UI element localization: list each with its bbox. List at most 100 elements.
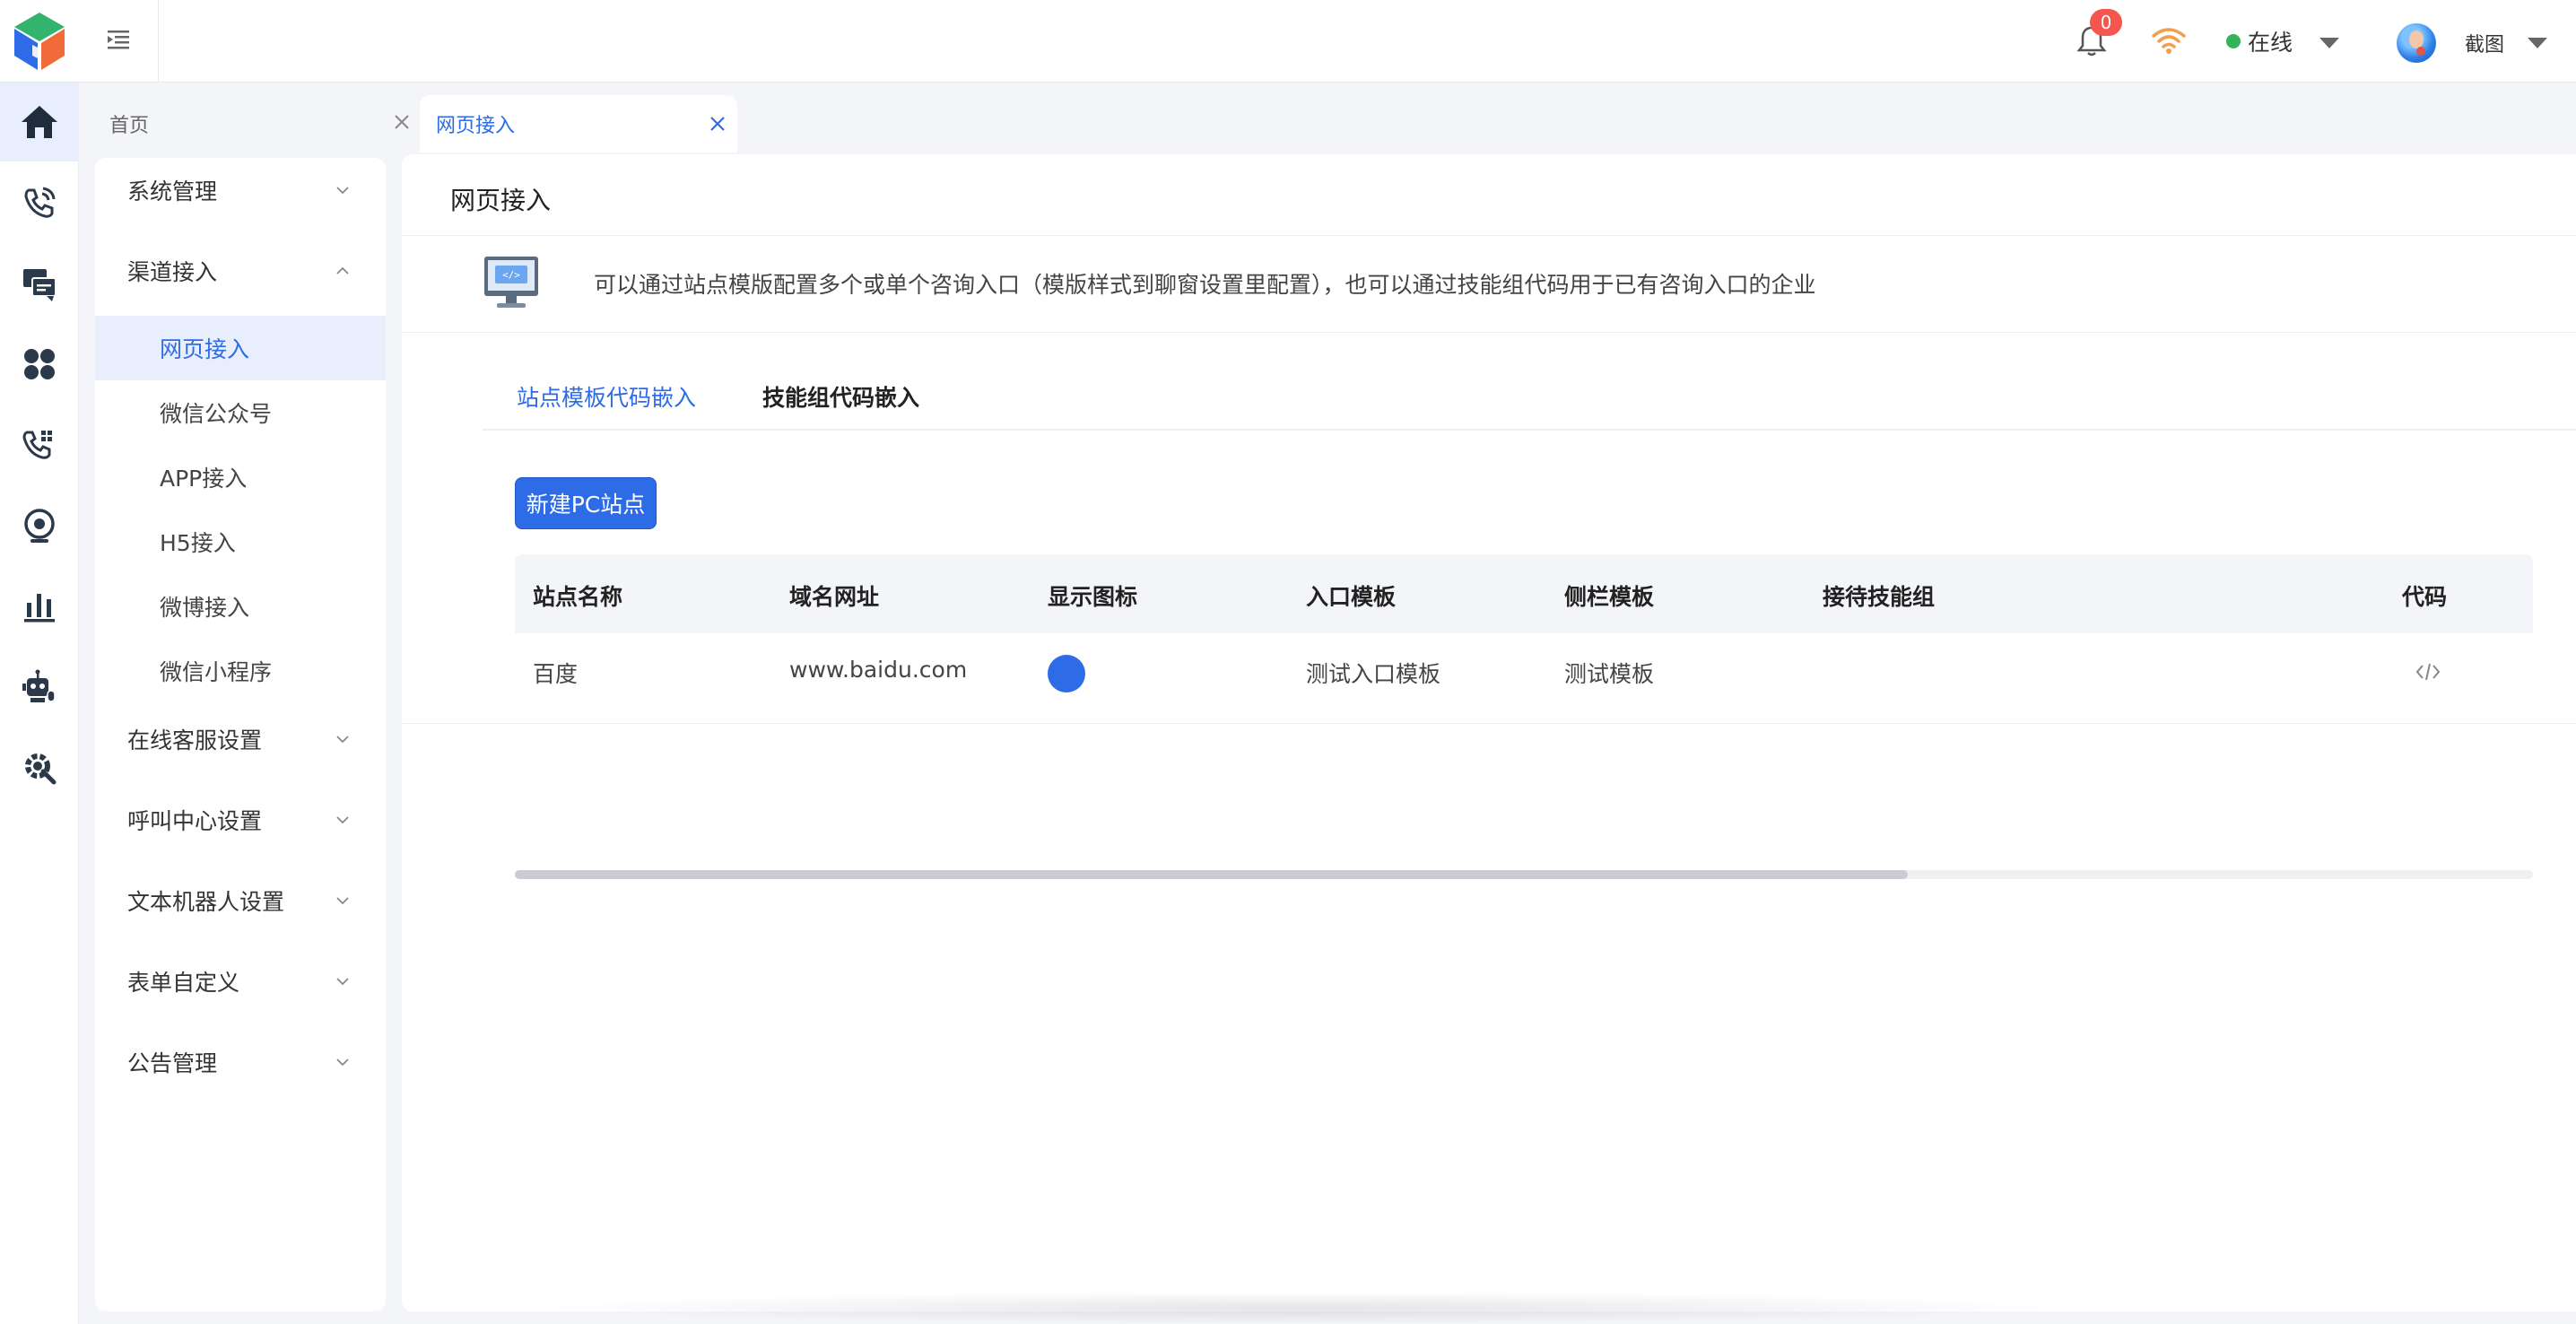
wifi-icon xyxy=(2152,28,2186,54)
divider xyxy=(402,235,2576,236)
column-header: 侧栏模板 xyxy=(1564,584,1655,610)
divider xyxy=(402,723,2576,724)
menu-collapse-icon[interactable] xyxy=(104,25,133,54)
column-header: 入口模板 xyxy=(1306,584,1397,610)
tab-web-access-label: 网页接入 xyxy=(436,115,516,137)
rail-monitor[interactable] xyxy=(0,486,79,565)
sidebar-item-label: 表单自定义 xyxy=(127,970,240,996)
code-icon[interactable] xyxy=(2415,660,2441,684)
column-header: 显示图标 xyxy=(1048,584,1138,610)
sidebar-item-label: H5接入 xyxy=(160,530,236,556)
monitor-icon xyxy=(24,509,55,543)
table-header: 站点名称 域名网址 显示图标 入口模板 侧栏模板 接待技能组 代码 xyxy=(515,554,2533,633)
rail-dialpad[interactable] xyxy=(0,405,79,484)
apps-icon xyxy=(24,349,55,379)
chevron-up-icon xyxy=(336,266,349,274)
rail-call[interactable] xyxy=(0,163,79,242)
sidebar-menu: 系统管理 渠道接入 网页接入 微信公众号 APP接入 H5接入 微博接入 微信小… xyxy=(95,158,386,1311)
chevron-down-icon xyxy=(336,897,349,905)
rail-home[interactable] xyxy=(0,83,79,161)
chevron-down-icon xyxy=(336,187,349,195)
rail-apps[interactable] xyxy=(0,325,79,404)
avatar[interactable] xyxy=(2397,23,2436,63)
sidebar-item-label: 公告管理 xyxy=(127,1050,218,1076)
chevron-down-icon xyxy=(336,1058,349,1067)
user-caret-icon[interactable] xyxy=(2528,38,2547,48)
sidebar-item-label: 在线客服设置 xyxy=(127,727,263,753)
status-caret-icon[interactable] xyxy=(2319,38,2339,48)
column-header: 站点名称 xyxy=(533,584,623,610)
settings-icon xyxy=(25,753,57,785)
column-header: 接待技能组 xyxy=(1823,584,1936,610)
tab-skill-group-embed[interactable]: 技能组代码嵌入 xyxy=(762,380,919,413)
sidebar-item-announcement[interactable]: 公告管理 xyxy=(95,1030,386,1094)
username[interactable]: 截图 xyxy=(2465,29,2504,57)
main-panel: 网页接入 </> 可以通过站点模版配置多个或单个咨询入口（模版样式到聊窗设置里配… xyxy=(402,154,2576,1311)
divider xyxy=(402,332,2576,333)
home-icon xyxy=(22,106,57,138)
top-bar: 0 在线 截图 xyxy=(0,0,2576,83)
bottom-shadow xyxy=(538,1292,2063,1324)
code-monitor-icon: </> xyxy=(484,257,538,308)
cell-domain: www.baidu.com xyxy=(789,657,968,683)
sidebar-item-label: 呼叫中心设置 xyxy=(127,808,263,834)
rail-chat[interactable] xyxy=(0,244,79,323)
icon-rail xyxy=(0,83,79,1324)
sidebar-item-text-robot[interactable]: 文本机器人设置 xyxy=(95,868,386,933)
cell-site-name: 百度 xyxy=(533,661,579,687)
robot-icon xyxy=(22,669,56,702)
sidebar-item-weibo[interactable]: 微博接入 xyxy=(95,574,386,639)
sidebar-item-label: 微信公众号 xyxy=(160,401,273,427)
chat-icon xyxy=(23,269,57,301)
tab-web-access[interactable]: 网页接入 xyxy=(420,95,737,152)
app-logo xyxy=(14,13,65,70)
table-row[interactable]: 百度 www.baidu.com 测试入口模板 测试模板 xyxy=(515,633,2533,714)
column-header: 域名网址 xyxy=(789,584,880,610)
rail-robot[interactable] xyxy=(0,648,79,727)
sidebar-item-wechat-official[interactable]: 微信公众号 xyxy=(95,380,386,445)
page-title: 网页接入 xyxy=(450,186,552,215)
svg-text:</>: </> xyxy=(502,269,520,281)
cell-sidebar-template: 测试模板 xyxy=(1564,661,1655,687)
sidebar-item-label: 微信小程序 xyxy=(160,659,273,685)
status-dot xyxy=(2226,34,2241,48)
tab-home-label: 首页 xyxy=(109,115,150,137)
subtab-divider xyxy=(483,429,2576,431)
cell-entry-template: 测试入口模板 xyxy=(1306,661,1441,687)
notification-badge: 0 xyxy=(2090,9,2122,36)
horizontal-scrollbar[interactable] xyxy=(515,870,2533,879)
sidebar-item-label: APP接入 xyxy=(160,466,248,492)
status-label: 在线 xyxy=(2248,30,2293,56)
rail-stats[interactable] xyxy=(0,567,79,646)
sidebar-item-system[interactable]: 系统管理 xyxy=(95,158,386,222)
sidebar-item-label: 系统管理 xyxy=(127,179,218,205)
sidebar-item-online-service[interactable]: 在线客服设置 xyxy=(95,707,386,771)
bar-chart-icon xyxy=(24,594,55,623)
sidebar-item-label: 网页接入 xyxy=(160,336,250,362)
phone-dialpad-icon xyxy=(22,431,52,459)
sidebar-item-label: 文本机器人设置 xyxy=(127,889,285,915)
sidebar-item-h5[interactable]: H5接入 xyxy=(95,510,386,574)
column-header: 代码 xyxy=(2402,584,2448,610)
sidebar-item-call-center[interactable]: 呼叫中心设置 xyxy=(95,788,386,852)
sidebar-item-app[interactable]: APP接入 xyxy=(95,445,386,510)
sidebar-item-web-access[interactable]: 网页接入 xyxy=(95,316,386,380)
new-pc-site-button[interactable]: 新建PC站点 xyxy=(515,477,657,529)
site-display-icon xyxy=(1048,655,1085,692)
chevron-down-icon xyxy=(336,736,349,744)
scrollbar-thumb[interactable] xyxy=(515,870,1908,879)
tab-home[interactable]: 首页 xyxy=(95,95,413,152)
sidebar-item-label: 微博接入 xyxy=(160,595,250,621)
phone-call-icon xyxy=(24,187,56,218)
tab-site-template-embed[interactable]: 站点模板代码嵌入 xyxy=(517,380,696,413)
close-icon[interactable] xyxy=(391,111,413,133)
sidebar-item-label: 渠道接入 xyxy=(127,259,218,285)
sidebar-item-channel[interactable]: 渠道接入 xyxy=(95,239,386,303)
sidebar-item-form-custom[interactable]: 表单自定义 xyxy=(95,949,386,1014)
close-icon[interactable] xyxy=(707,113,728,135)
topbar-divider xyxy=(158,0,159,83)
sidebar-item-wechat-miniprogram[interactable]: 微信小程序 xyxy=(95,639,386,703)
online-status-dropdown[interactable]: 在线 xyxy=(2226,25,2293,57)
rail-settings[interactable] xyxy=(0,728,79,807)
notice-text: 可以通过站点模版配置多个或单个咨询入口（模版样式到聊窗设置里配置），也可以通过技… xyxy=(594,272,1816,298)
